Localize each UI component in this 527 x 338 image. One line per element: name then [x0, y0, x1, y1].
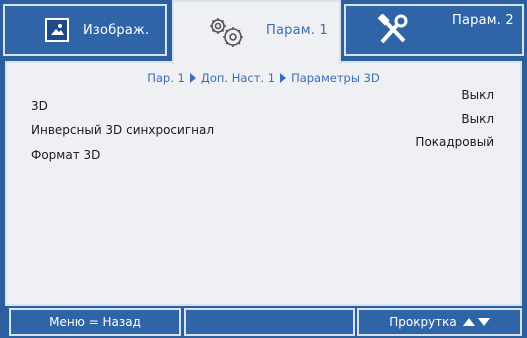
breadcrumb: Пар. 1 Доп. Наст. 1 Параметры 3D: [7, 71, 520, 85]
setting-inverse-sync-value[interactable]: Выкл: [461, 112, 494, 126]
menu-back-hint: Меню = Назад: [9, 308, 181, 336]
image-icon: [45, 18, 69, 42]
setting-3d-format-label[interactable]: Формат 3D: [31, 148, 100, 162]
breadcrumb-item: Параметры 3D: [291, 71, 380, 85]
gears-icon: [206, 15, 246, 51]
footer-bar: Меню = Назад Прокрутка: [0, 308, 527, 338]
breadcrumb-item: Доп. Наст. 1: [200, 71, 276, 85]
chevron-right-icon: [280, 73, 287, 83]
settings-panel: Пар. 1 Доп. Наст. 1 Параметры 3D 3D Выкл И…: [5, 61, 522, 306]
footer-spacer: [184, 308, 355, 336]
tab-settings-2-label: Парам. 2: [452, 12, 514, 28]
tab-image[interactable]: Изображ.: [3, 4, 167, 56]
osd-menu-frame: Изображ. Парам. 1 Парам. 2 Пар. 1 Доп. Н…: [0, 0, 527, 338]
menu-back-label: Меню = Назад: [49, 315, 141, 329]
tools-icon: [376, 13, 412, 46]
setting-3d-value[interactable]: Выкл: [461, 88, 494, 102]
scroll-hint: Прокрутка: [357, 308, 522, 336]
chevron-right-icon: [189, 73, 196, 83]
arrow-down-icon: [477, 318, 490, 326]
setting-3d-format-value[interactable]: Покадровый: [415, 135, 494, 149]
tab-settings-1[interactable]: Парам. 1: [172, 0, 341, 64]
setting-inverse-sync-label[interactable]: Инверсный 3D синхросигнал: [31, 123, 214, 137]
breadcrumb-item: Пар. 1: [147, 71, 185, 85]
arrow-up-icon: [462, 318, 475, 326]
tab-settings-1-label: Парам. 1: [266, 22, 328, 38]
setting-3d-label[interactable]: 3D: [31, 99, 48, 113]
scroll-label: Прокрутка: [389, 315, 457, 329]
tab-image-label: Изображ.: [83, 22, 150, 38]
tab-settings-2[interactable]: Парам. 2: [344, 4, 524, 56]
